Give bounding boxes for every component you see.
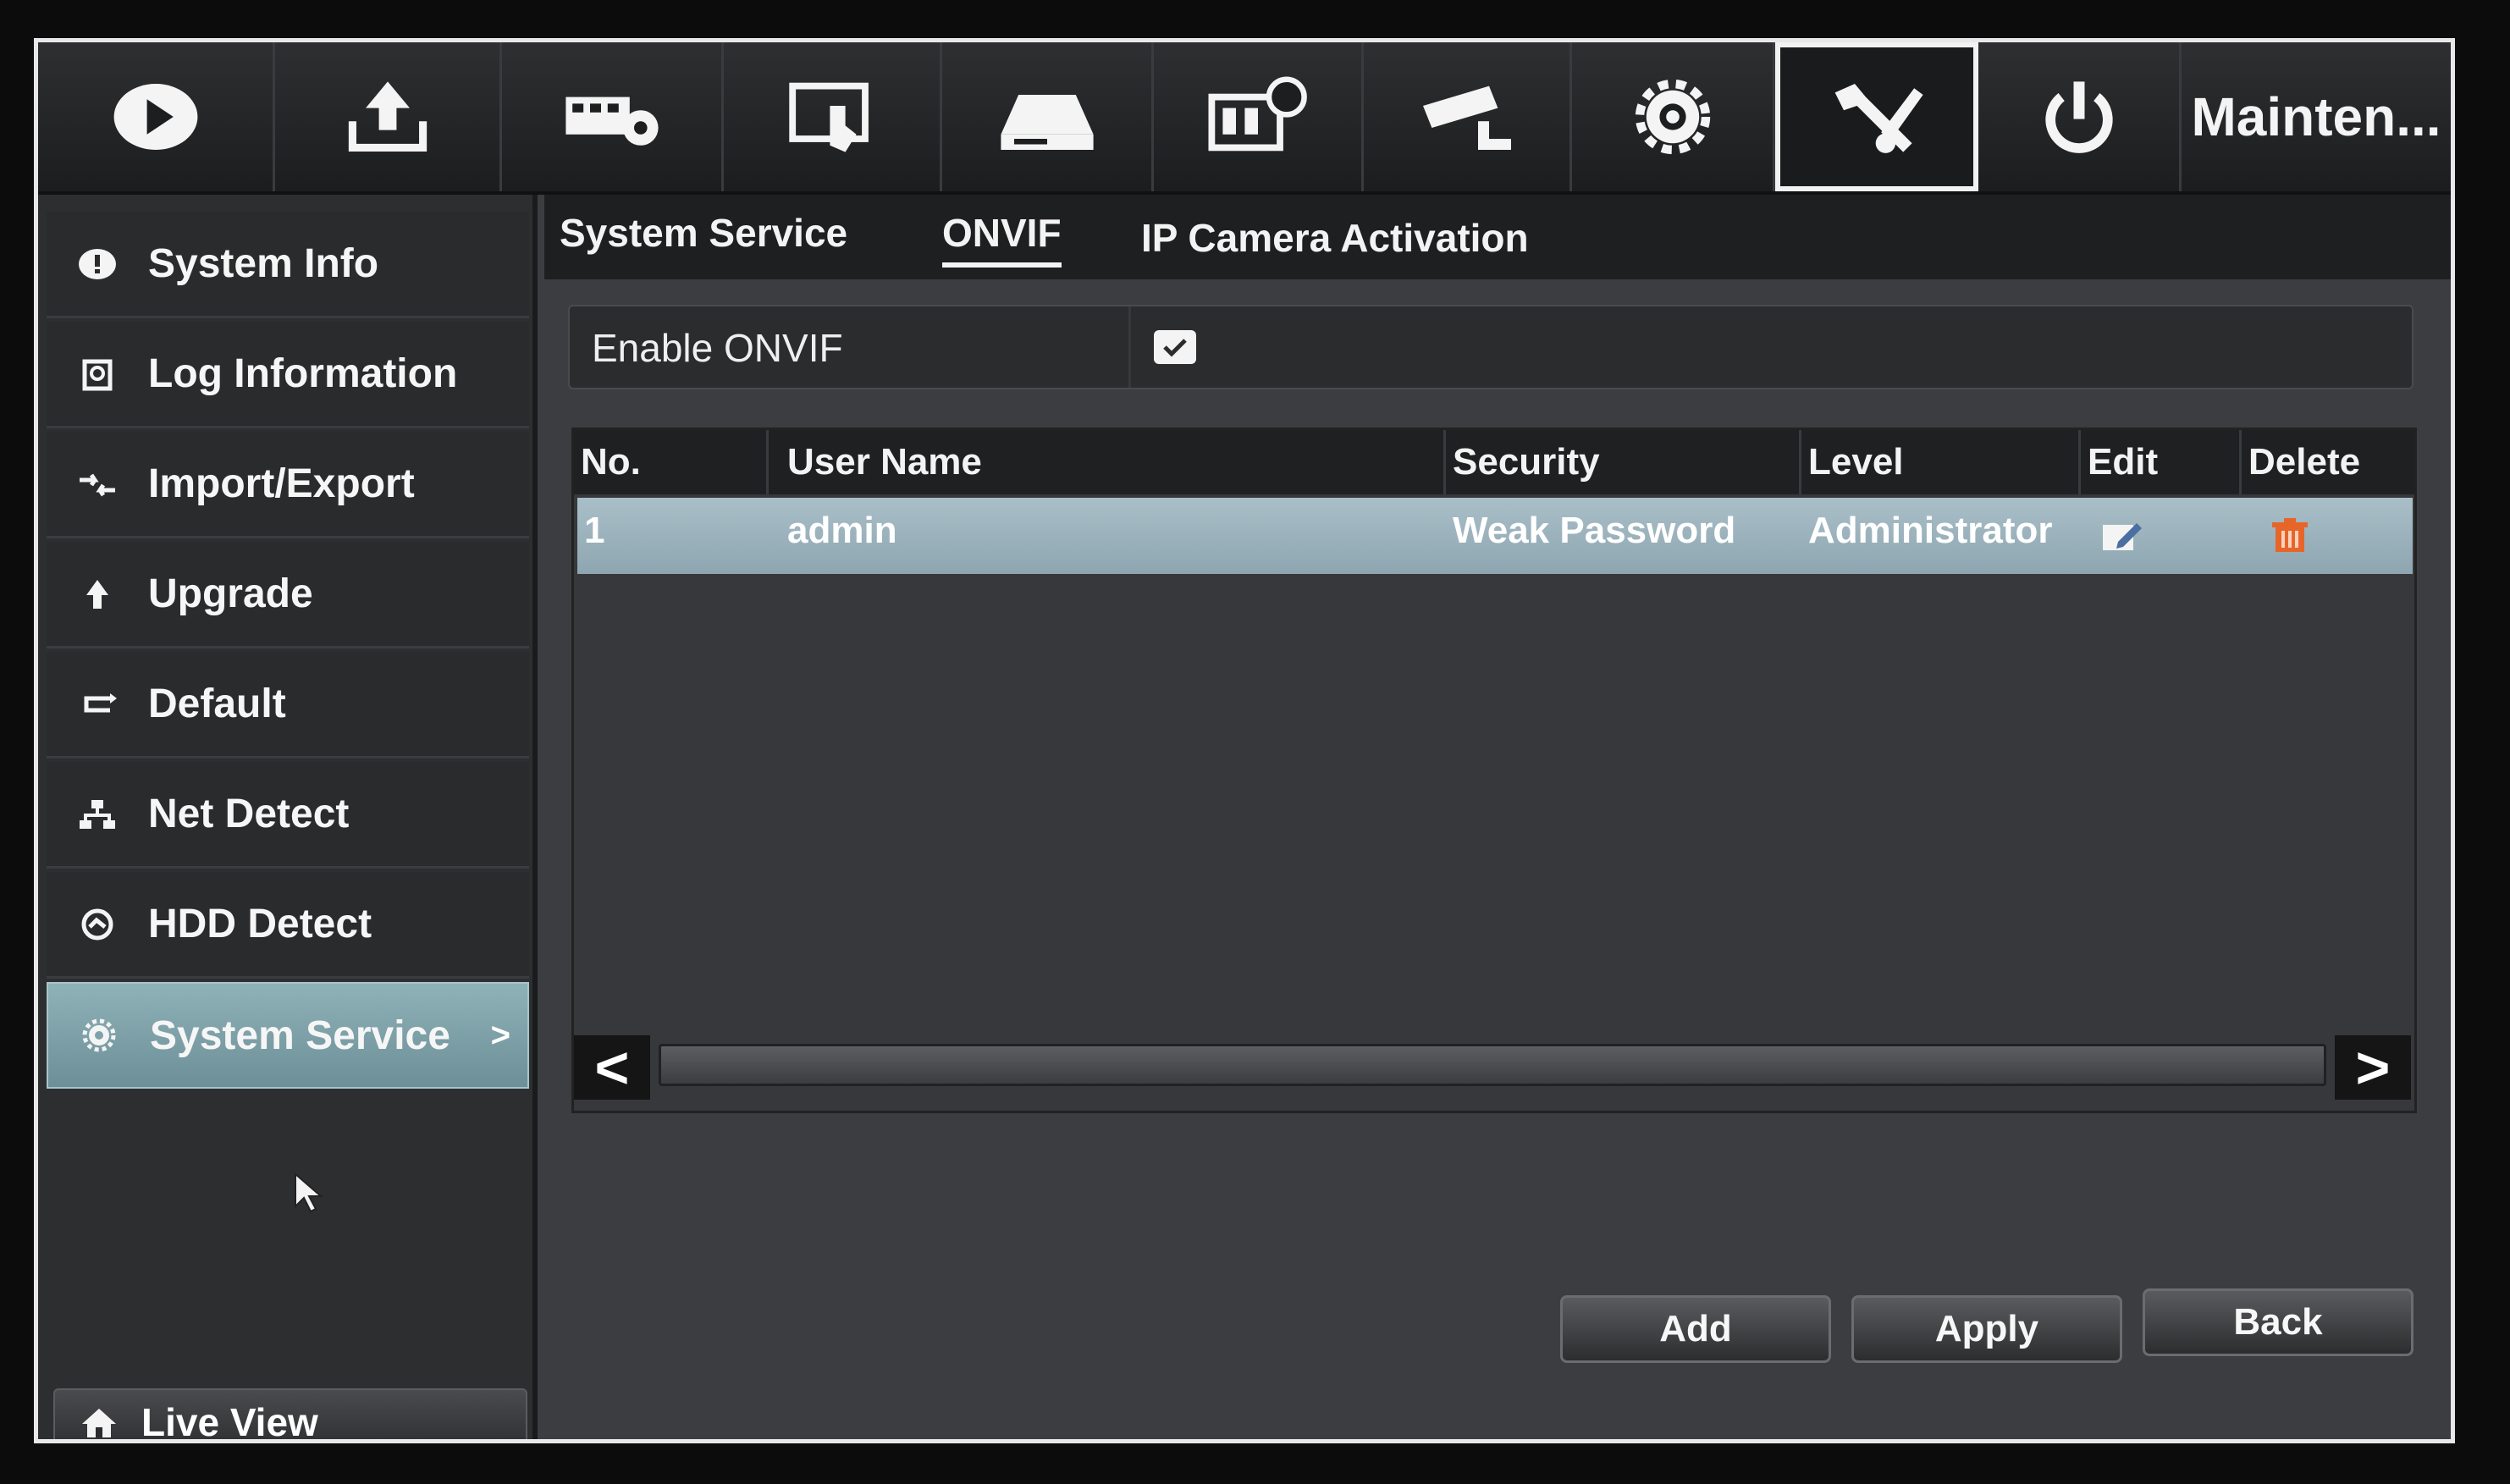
main-toolbar: Mainten... (38, 42, 2451, 195)
playback-button[interactable] (38, 42, 275, 191)
maintenance-wrench-icon (1834, 84, 1923, 153)
apply-button[interactable]: Apply (1851, 1295, 2122, 1363)
sidebar-item-label: Log Information (148, 351, 458, 396)
sidebar-item-label: HDD Detect (148, 902, 372, 946)
row-divider (1128, 306, 1131, 388)
camera-icon (1422, 86, 1511, 150)
column-header-no: No. (574, 430, 769, 494)
power-button[interactable] (1978, 42, 2182, 191)
sidebar-item-system-info[interactable]: System Info (47, 212, 529, 318)
back-button[interactable]: Back (2143, 1288, 2413, 1356)
column-header-edit: Edit (2081, 430, 2242, 494)
default-icon (72, 683, 123, 725)
video-event-icon (1208, 76, 1307, 152)
sidebar-item-net-detect[interactable]: Net Detect (47, 762, 529, 869)
sidebar: System Info Log Information Import/Expor… (38, 195, 538, 1443)
tab-onvif[interactable]: ONVIF (942, 210, 1062, 268)
table-header: No. User Name Security Level Edit Delete (574, 430, 2414, 494)
column-header-user-name: User Name (769, 430, 1446, 494)
add-button[interactable]: Add (1560, 1295, 1831, 1363)
tab-ip-camera-activation[interactable]: IP Camera Activation (1141, 215, 1529, 261)
scrollbar-track[interactable] (659, 1044, 2326, 1086)
settings-gear-icon (1635, 79, 1710, 155)
hdd-button[interactable] (942, 42, 1154, 191)
onvif-panel: Enable ONVIF No. User Name Security Leve… (544, 279, 2451, 1439)
enable-onvif-checkbox[interactable] (1154, 330, 1196, 364)
live-view-button[interactable]: Live View (53, 1388, 527, 1443)
playback-icon (113, 84, 197, 150)
dvr-screen: Mainten... System Info Log Information I… (34, 38, 2455, 1443)
record-settings-icon (565, 97, 659, 146)
hdd-detect-icon (72, 903, 123, 946)
sidebar-item-hdd-detect[interactable]: HDD Detect (47, 872, 529, 979)
import-export-icon (72, 463, 123, 505)
sidebar-item-label: Default (148, 681, 286, 726)
enable-onvif-row: Enable ONVIF (568, 305, 2413, 389)
column-header-level: Level (1801, 430, 2081, 494)
edit-icon[interactable] (2101, 520, 2145, 554)
upgrade-icon (72, 573, 123, 615)
sidebar-item-system-service[interactable]: System Service > (47, 982, 529, 1089)
live-view-label: Live View (141, 1400, 318, 1443)
section-title-label: Mainten... (2191, 86, 2441, 147)
maintenance-button[interactable] (1775, 42, 1978, 191)
camera-button[interactable] (1364, 42, 1572, 191)
cell-security: Weak Password (1453, 510, 1736, 551)
sidebar-item-label: Net Detect (148, 792, 350, 836)
cell-no: 1 (584, 510, 605, 551)
export-icon (348, 81, 427, 152)
user-table: No. User Name Security Level Edit Delete… (571, 428, 2417, 1113)
video-event-button[interactable] (1154, 42, 1364, 191)
camera-touch-icon (788, 82, 869, 152)
sidebar-item-label: System Info (148, 241, 379, 286)
network-icon (72, 793, 123, 836)
info-icon (72, 243, 123, 285)
section-title: Mainten... (2182, 42, 2451, 191)
column-header-delete: Delete (2248, 441, 2361, 483)
home-icon (82, 1409, 116, 1437)
gear-icon (74, 1014, 124, 1056)
tab-system-service[interactable]: System Service (560, 210, 847, 256)
sidebar-item-log-information[interactable]: Log Information (47, 322, 529, 428)
tab-bar: System Service ONVIF IP Camera Activatio… (544, 195, 2451, 279)
chevron-right-icon: > (490, 1016, 510, 1054)
export-button[interactable] (275, 42, 502, 191)
column-header-security: Security (1446, 430, 1801, 494)
hdd-icon (1000, 95, 1094, 150)
sidebar-item-default[interactable]: Default (47, 652, 529, 759)
scroll-left-button[interactable]: < (574, 1034, 650, 1101)
table-row[interactable]: 1 admin Weak Password Administrator (577, 498, 2413, 574)
delete-trash-icon[interactable] (2270, 518, 2309, 555)
camera-touch-button[interactable] (724, 42, 942, 191)
power-icon (2044, 81, 2113, 153)
sidebar-item-upgrade[interactable]: Upgrade (47, 542, 529, 648)
enable-onvif-label: Enable ONVIF (592, 326, 843, 370)
sidebar-item-label: Import/Export (148, 461, 415, 506)
horizontal-scrollbar[interactable]: < > (574, 1034, 2413, 1103)
sidebar-item-label: System Service (150, 1012, 450, 1058)
mouse-cursor-icon (295, 1172, 323, 1213)
log-icon (72, 353, 123, 395)
sidebar-item-import-export[interactable]: Import/Export (47, 432, 529, 538)
sidebar-item-label: Upgrade (148, 571, 313, 616)
cell-level: Administrator (1808, 510, 2053, 551)
cell-user-name: admin (787, 510, 897, 551)
settings-button[interactable] (1572, 42, 1775, 191)
record-settings-button[interactable] (502, 42, 724, 191)
checkmark-icon (1163, 339, 1187, 357)
scroll-right-button[interactable]: > (2335, 1034, 2411, 1101)
